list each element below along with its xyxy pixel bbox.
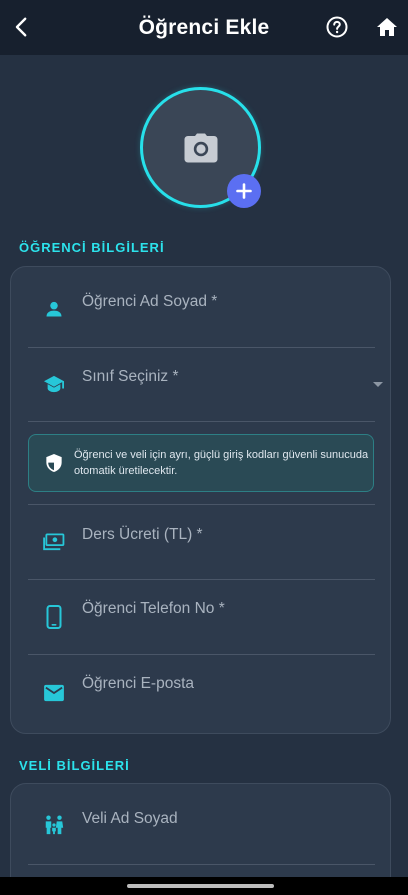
camera-icon xyxy=(184,133,217,162)
class-select[interactable]: Sınıf Seçiniz * xyxy=(28,348,383,421)
info-text: Öğrenci ve veli için ayrı, güçlü giriş k… xyxy=(74,449,369,477)
student-section-title: ÖĞRENCİ BİLGİLERİ xyxy=(19,240,165,255)
student-email-label: Öğrenci E-posta xyxy=(82,675,194,692)
divider xyxy=(28,421,375,422)
app-bar: Öğrenci Ekle xyxy=(0,0,408,55)
lesson-fee-field[interactable]: Ders Ücreti (TL) * xyxy=(28,505,375,579)
person-icon xyxy=(42,297,66,321)
student-phone-label: Öğrenci Telefon No * xyxy=(82,600,225,617)
lesson-fee-label: Ders Ücreti (TL) * xyxy=(82,526,203,543)
info-notice: Öğrenci ve veli için ayrı, güçlü giriş k… xyxy=(28,434,374,492)
student-phone-field[interactable]: Öğrenci Telefon No * xyxy=(28,580,375,654)
arrow-back-icon xyxy=(15,17,27,37)
home-button[interactable] xyxy=(373,13,401,41)
student-info-card: Öğrenci Ad Soyad * Sınıf Seçiniz * Öğren… xyxy=(10,266,391,734)
class-select-label: Sınıf Seçiniz * xyxy=(82,368,179,385)
home-icon xyxy=(377,18,397,36)
add-photo-button[interactable] xyxy=(227,174,261,208)
page-title: Öğrenci Ekle xyxy=(138,15,270,39)
shield-icon xyxy=(43,452,65,474)
parent-section-title: VELİ BİLGİLERİ xyxy=(19,758,130,773)
family-icon xyxy=(42,813,66,837)
back-button[interactable] xyxy=(8,13,36,41)
graduation-cap-icon xyxy=(42,372,66,396)
help-circle-icon xyxy=(326,16,348,38)
parent-name-label: Veli Ad Soyad xyxy=(82,810,178,827)
student-email-field[interactable]: Öğrenci E-posta xyxy=(28,655,375,733)
chevron-down-icon xyxy=(373,382,383,387)
photo-picker xyxy=(140,87,261,208)
home-indicator[interactable] xyxy=(127,884,274,888)
plus-icon xyxy=(236,183,252,199)
student-name-label: Öğrenci Ad Soyad * xyxy=(82,293,218,310)
help-button[interactable] xyxy=(324,14,350,40)
money-icon xyxy=(42,530,66,554)
student-name-field[interactable]: Öğrenci Ad Soyad * xyxy=(28,267,375,347)
parent-name-field[interactable]: Veli Ad Soyad xyxy=(28,784,375,864)
divider xyxy=(28,864,375,865)
phone-icon xyxy=(42,605,66,629)
mail-icon xyxy=(42,681,66,705)
